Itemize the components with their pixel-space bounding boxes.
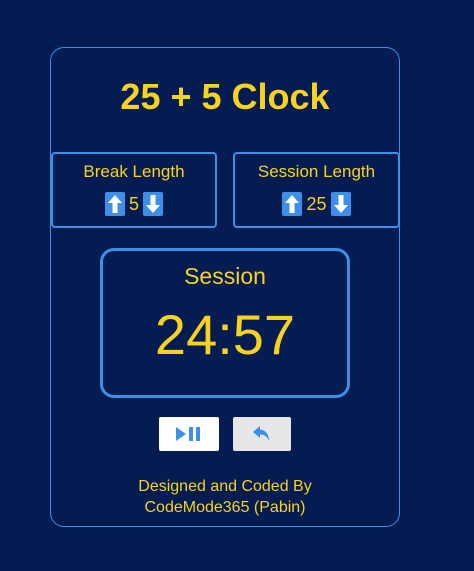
app-title: 25 + 5 Clock — [120, 76, 330, 117]
arrow-up-icon — [107, 195, 122, 213]
arrow-down-icon — [146, 195, 160, 213]
clock-card: 25 + 5 Clock Break Length 5 Session Leng… — [50, 47, 400, 527]
session-length-controls: 25 — [235, 192, 398, 216]
play-pause-icon — [176, 427, 200, 441]
arrow-down-icon — [333, 195, 348, 213]
break-length-controls: 5 — [53, 192, 215, 216]
credits-line-1: Designed and Coded By — [138, 478, 312, 495]
reset-button[interactable] — [233, 417, 291, 451]
break-length-value: 5 — [128, 193, 139, 214]
play-pause-button[interactable] — [159, 417, 219, 451]
time-left: 24:57 — [154, 303, 296, 366]
session-length-value: 25 — [306, 193, 327, 214]
timer-label: Session — [184, 263, 266, 289]
reset-icon — [253, 426, 269, 441]
credits-line-2: CodeMode365 (Pabin) — [144, 499, 306, 516]
break-decrement-button[interactable] — [143, 192, 163, 216]
arrow-up-icon — [285, 195, 300, 213]
break-increment-button[interactable] — [104, 192, 125, 216]
session-length-panel: Session Length 25 — [233, 152, 400, 228]
credits-footer: Designed and Coded By CodeMode365 (Pabin… — [51, 476, 399, 518]
session-length-label: Session Length — [257, 162, 376, 181]
timer-display: Session 24:57 — [100, 248, 350, 398]
session-increment-button[interactable] — [282, 192, 303, 216]
break-length-panel: Break Length 5 — [51, 152, 217, 228]
break-length-label: Break Length — [83, 162, 185, 181]
session-decrement-button[interactable] — [330, 192, 351, 216]
